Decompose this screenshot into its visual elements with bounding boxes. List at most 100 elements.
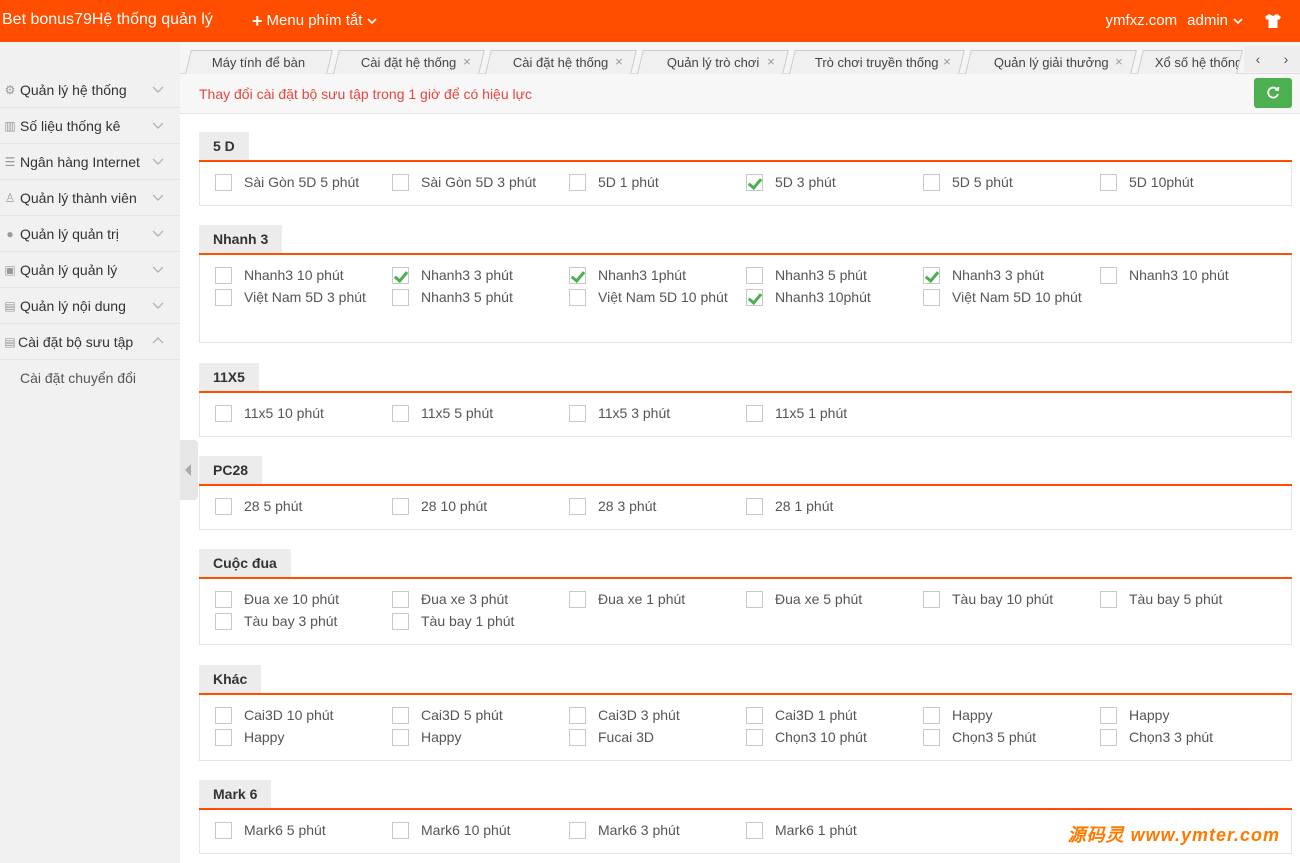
sidebar-subitem-conversion-settings[interactable]: Cài đặt chuyển đổi (0, 360, 180, 396)
checkbox[interactable] (215, 267, 232, 284)
game-option[interactable]: Cai3D 3 phút (554, 704, 729, 726)
game-option[interactable]: Đua xe 1 phút (554, 588, 729, 610)
checkbox-checked[interactable] (569, 267, 586, 284)
tab-game-management[interactable]: Quản lý trò chơi × (637, 50, 789, 74)
checkbox[interactable] (392, 729, 409, 746)
game-option[interactable]: 28 5 phút (200, 495, 375, 517)
close-icon[interactable]: × (464, 54, 472, 69)
game-option[interactable]: Chọn3 3 phút (1085, 726, 1260, 748)
checkbox[interactable] (1100, 707, 1117, 724)
game-option[interactable]: Nhanh3 10 phút (1085, 264, 1260, 286)
game-option[interactable]: 5D 3 phút (731, 171, 906, 193)
checkbox[interactable] (746, 707, 763, 724)
game-option[interactable]: Nhanh3 3 phút (908, 264, 1083, 286)
game-option[interactable]: Chọn3 5 phút (908, 726, 1083, 748)
checkbox[interactable] (392, 707, 409, 724)
checkbox[interactable] (215, 498, 232, 515)
checkbox[interactable] (1100, 591, 1117, 608)
game-option[interactable]: Việt Nam 5D 3 phút (200, 286, 375, 308)
game-option[interactable]: Tàu bay 5 phút (1085, 588, 1260, 610)
checkbox[interactable] (923, 707, 940, 724)
game-option[interactable]: Cai3D 1 phút (731, 704, 906, 726)
brand-title[interactable]: Bet bonus79Hệ thống quản lý (2, 11, 213, 29)
game-option[interactable]: Việt Nam 5D 10 phút (554, 286, 729, 308)
game-option[interactable]: Nhanh3 5 phút (731, 264, 906, 286)
checkbox[interactable] (392, 613, 409, 630)
checkbox[interactable] (746, 405, 763, 422)
checkbox[interactable] (569, 591, 586, 608)
checkbox[interactable] (746, 822, 763, 839)
game-option[interactable]: 5D 5 phút (908, 171, 1083, 193)
theme-shirt-icon[interactable] (1264, 12, 1282, 30)
game-option[interactable]: Happy (377, 726, 552, 748)
game-option[interactable]: 11x5 5 phút (377, 402, 552, 424)
tab-scroll-right-button[interactable]: › (1272, 46, 1300, 72)
tab-system-settings-2[interactable]: Cài đặt hệ thống × (485, 50, 637, 74)
game-option[interactable]: Cai3D 10 phút (200, 704, 375, 726)
quick-menu-button[interactable]: + Menu phím tắt (252, 12, 378, 30)
close-icon[interactable]: × (944, 54, 952, 69)
tab-system-settings-1[interactable]: Cài đặt hệ thống × (333, 50, 485, 74)
game-option[interactable]: Mark6 10 phút (377, 819, 552, 841)
game-option[interactable]: Chọn3 10 phút (731, 726, 906, 748)
checkbox[interactable] (569, 729, 586, 746)
refresh-button[interactable] (1254, 78, 1292, 108)
sidebar-item-statistics[interactable]: ▥ Số liệu thống kê (0, 108, 180, 144)
sidebar-item-internet-bank[interactable]: ☰ Ngân hàng Internet (0, 144, 180, 180)
game-option[interactable]: Nhanh3 10phút (731, 286, 906, 308)
game-option[interactable]: Tàu bay 3 phút (200, 610, 375, 632)
user-menu[interactable]: admin (1187, 12, 1244, 29)
checkbox-checked[interactable] (746, 174, 763, 191)
game-option[interactable]: 5D 1 phút (554, 171, 729, 193)
sidebar-item-admins[interactable]: ● Quản lý quản trị (0, 216, 180, 252)
checkbox[interactable] (746, 591, 763, 608)
game-option[interactable]: Nhanh3 5 phút (377, 286, 552, 308)
game-option[interactable]: Nhanh3 3 phút (377, 264, 552, 286)
game-option[interactable]: Nhanh3 1phút (554, 264, 729, 286)
checkbox[interactable] (746, 267, 763, 284)
checkbox[interactable] (215, 591, 232, 608)
game-option[interactable]: Nhanh3 10 phút (200, 264, 375, 286)
sidebar-item-collection-settings[interactable]: ▤ Cài đặt bộ sưu tập (0, 324, 180, 360)
sidebar-item-system[interactable]: ⚙ Quản lý hệ thống (0, 72, 180, 108)
game-option[interactable]: Happy (200, 726, 375, 748)
checkbox[interactable] (746, 498, 763, 515)
game-option[interactable]: Tàu bay 1 phút (377, 610, 552, 632)
checkbox[interactable] (215, 729, 232, 746)
checkbox[interactable] (923, 289, 940, 306)
checkbox[interactable] (1100, 267, 1117, 284)
checkbox[interactable] (746, 729, 763, 746)
sidebar-collapse-handle[interactable] (180, 440, 198, 500)
checkbox[interactable] (392, 822, 409, 839)
game-option[interactable]: Đua xe 5 phút (731, 588, 906, 610)
sidebar-item-content[interactable]: ▤ Quản lý nội dung (0, 288, 180, 324)
checkbox[interactable] (923, 591, 940, 608)
game-option[interactable]: 11x5 1 phút (731, 402, 906, 424)
game-option[interactable]: 28 1 phút (731, 495, 906, 517)
checkbox[interactable] (392, 498, 409, 515)
game-option[interactable]: Fucai 3D (554, 726, 729, 748)
checkbox[interactable] (392, 591, 409, 608)
sidebar-item-members[interactable]: ♙ Quản lý thành viên (0, 180, 180, 216)
game-option[interactable]: Mark6 3 phút (554, 819, 729, 841)
game-option[interactable]: Cai3D 5 phút (377, 704, 552, 726)
checkbox[interactable] (215, 822, 232, 839)
checkbox-checked[interactable] (746, 289, 763, 306)
game-option[interactable]: Happy (908, 704, 1083, 726)
game-option[interactable]: 28 3 phút (554, 495, 729, 517)
checkbox[interactable] (1100, 174, 1117, 191)
checkbox[interactable] (923, 729, 940, 746)
close-icon[interactable]: × (1116, 54, 1124, 69)
checkbox[interactable] (569, 498, 586, 515)
checkbox[interactable] (569, 405, 586, 422)
checkbox[interactable] (569, 822, 586, 839)
checkbox[interactable] (215, 405, 232, 422)
close-icon[interactable]: × (768, 54, 776, 69)
game-option[interactable]: Đua xe 3 phút (377, 588, 552, 610)
game-option[interactable]: Đua xe 10 phút (200, 588, 375, 610)
domain-link[interactable]: ymfxz.com (1105, 12, 1177, 29)
checkbox[interactable] (215, 289, 232, 306)
tab-traditional-games[interactable]: Trò chơi truyền thống × (789, 50, 965, 74)
game-option[interactable]: 11x5 3 phút (554, 402, 729, 424)
checkbox[interactable] (1100, 729, 1117, 746)
